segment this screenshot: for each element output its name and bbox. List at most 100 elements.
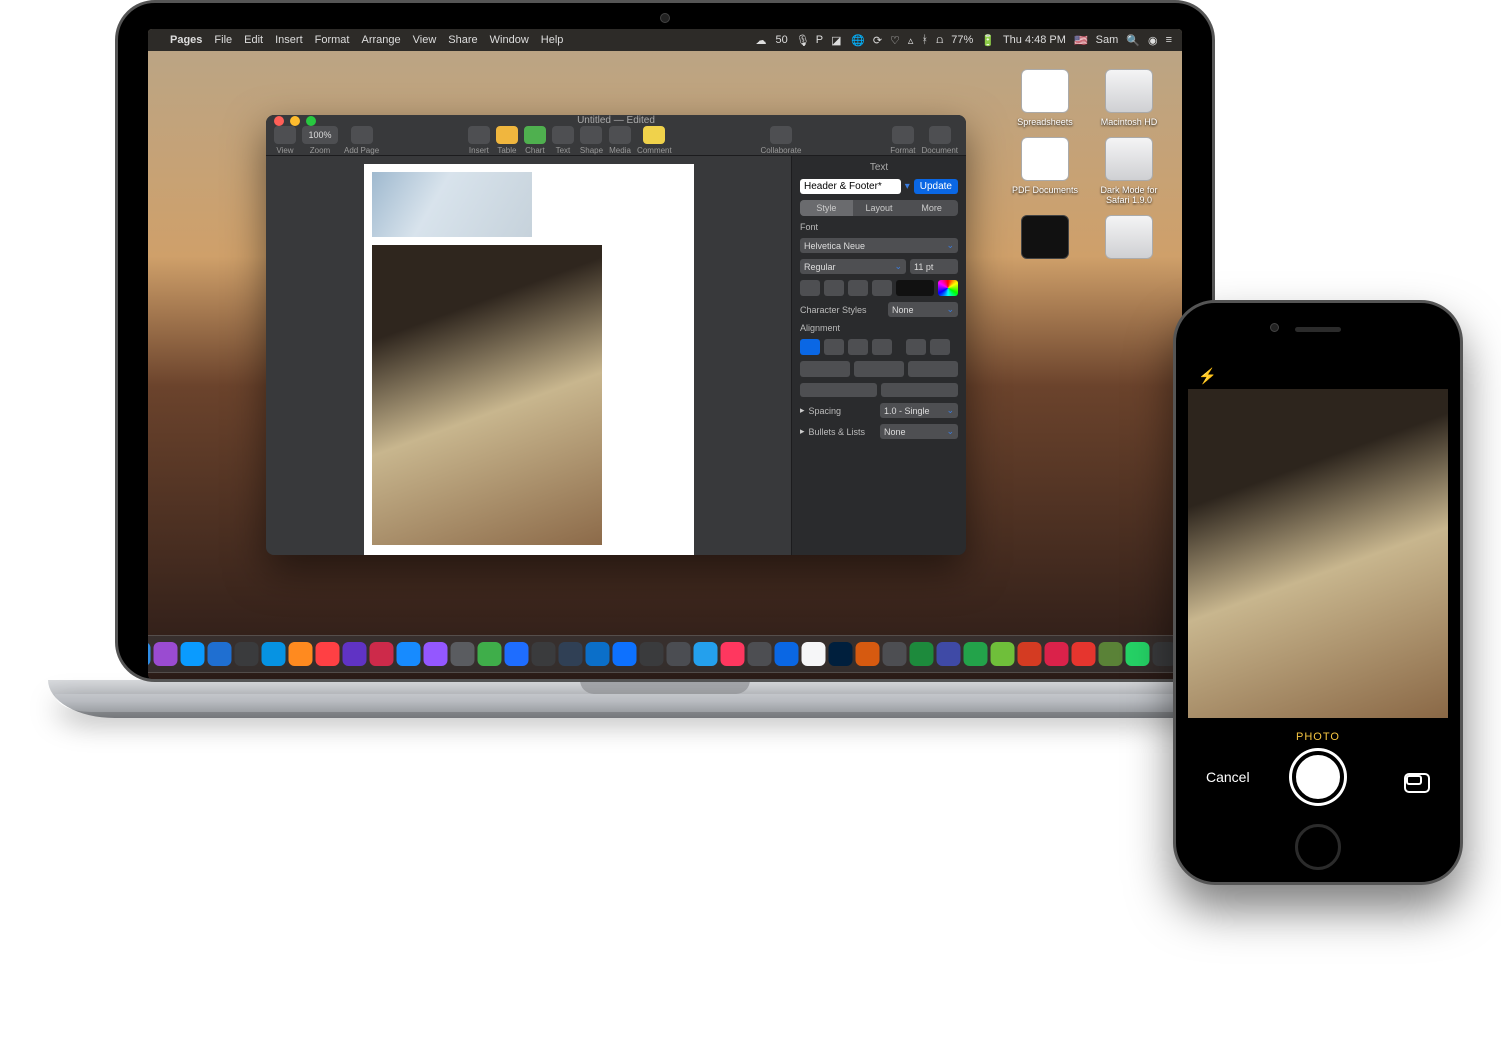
close-button[interactable]: [274, 116, 284, 126]
valign-bottom-button[interactable]: [908, 361, 958, 377]
desktop-item-dark-mode-safari[interactable]: Dark Mode for Safari 1.9.0: [1094, 137, 1164, 205]
current-user[interactable]: Sam: [1096, 34, 1119, 46]
char-styles-select[interactable]: None⌄: [888, 302, 958, 317]
italic-button[interactable]: [824, 280, 844, 296]
tab-more[interactable]: More: [905, 200, 958, 216]
toolbar-document[interactable]: Document: [922, 126, 958, 155]
bluetooth-icon[interactable]: ᚼ: [921, 34, 928, 46]
dock-app-19[interactable]: [640, 642, 664, 666]
dock-app-4[interactable]: [235, 642, 259, 666]
dock-app-30[interactable]: [937, 642, 961, 666]
toolbar-text[interactable]: Text: [552, 126, 574, 155]
battery-icon[interactable]: 🔋: [981, 34, 995, 47]
dock-app-7[interactable]: [316, 642, 340, 666]
dock-app-9[interactable]: [370, 642, 394, 666]
dock-app-36[interactable]: [1099, 642, 1123, 666]
camera-viewfinder[interactable]: [1188, 389, 1448, 718]
dock-app-16[interactable]: [559, 642, 583, 666]
dock-app-5[interactable]: [262, 642, 286, 666]
shutter-button[interactable]: [1292, 751, 1344, 803]
outdent-button[interactable]: [906, 339, 926, 355]
dock-app-22[interactable]: [721, 642, 745, 666]
font-style-select[interactable]: Regular⌄: [800, 259, 906, 274]
menu-help[interactable]: Help: [541, 34, 564, 46]
inserted-image-1[interactable]: [372, 172, 532, 237]
toolbar-zoom[interactable]: 100%Zoom: [302, 126, 338, 155]
dock-app-12[interactable]: [451, 642, 475, 666]
toolbar-format[interactable]: Format: [890, 126, 915, 155]
dock-app-21[interactable]: [694, 642, 718, 666]
heart-icon[interactable]: ♡: [890, 34, 900, 47]
dock-app-23[interactable]: [748, 642, 772, 666]
toolbar-media[interactable]: Media: [609, 126, 631, 155]
tab-style[interactable]: Style: [800, 200, 853, 216]
update-style-button[interactable]: Update: [914, 179, 958, 194]
airplay-icon[interactable]: ▵: [908, 34, 914, 47]
dock-app-18[interactable]: [613, 642, 637, 666]
dock-app-2[interactable]: [181, 642, 205, 666]
dock-app-0[interactable]: [148, 642, 151, 666]
toolbar-collaborate[interactable]: Collaborate: [761, 126, 802, 155]
underline-button[interactable]: [848, 280, 868, 296]
window-titlebar[interactable]: Untitled — Edited: [266, 115, 966, 126]
dock-app-24[interactable]: [775, 642, 799, 666]
toolbar-add-page[interactable]: Add Page: [344, 126, 379, 155]
dock-app-10[interactable]: [397, 642, 421, 666]
indent-button[interactable]: [930, 339, 950, 355]
font-size-field[interactable]: 11 pt: [910, 259, 958, 274]
iphone-home-button[interactable]: [1295, 824, 1341, 870]
menu-format[interactable]: Format: [315, 34, 350, 46]
indent-right-field[interactable]: [881, 383, 958, 397]
toolbar-shape[interactable]: Shape: [580, 126, 603, 155]
toolbar-insert[interactable]: Insert: [468, 126, 490, 155]
spacing-row[interactable]: ▸ Spacing 1.0 - Single⌄: [800, 403, 958, 418]
desktop-item-app[interactable]: [1010, 215, 1080, 263]
toolbar-chart[interactable]: Chart: [524, 126, 546, 155]
spotlight-icon[interactable]: 🔍: [1126, 34, 1140, 47]
minimize-button[interactable]: [290, 116, 300, 126]
camera-mode-label[interactable]: PHOTO: [1296, 731, 1340, 743]
dock-app-26[interactable]: [829, 642, 853, 666]
flash-icon[interactable]: ⚡: [1198, 367, 1217, 385]
valign-middle-button[interactable]: [854, 361, 904, 377]
dock-app-17[interactable]: [586, 642, 610, 666]
strike-button[interactable]: [872, 280, 892, 296]
dock-app-33[interactable]: [1018, 642, 1042, 666]
dock-app-1[interactable]: [154, 642, 178, 666]
paragraph-style-chevron-icon[interactable]: ▾: [905, 181, 910, 192]
toolbar-table[interactable]: Table: [496, 126, 518, 155]
mic-icon[interactable]: 🎙: [796, 34, 808, 46]
dock-app-14[interactable]: [505, 642, 529, 666]
dock-app-11[interactable]: [424, 642, 448, 666]
pages-canvas[interactable]: [266, 156, 791, 555]
desktop-item-spreadsheets[interactable]: Spreadsheets: [1010, 69, 1080, 127]
dock-app-3[interactable]: [208, 642, 232, 666]
cloud-icon[interactable]: ☁: [756, 34, 768, 46]
align-left-button[interactable]: [800, 339, 820, 355]
dock-app-29[interactable]: [910, 642, 934, 666]
toolbar-view[interactable]: View: [274, 126, 296, 155]
globe-icon[interactable]: 🌐: [851, 34, 865, 47]
menu-view[interactable]: View: [413, 34, 437, 46]
tab-layout[interactable]: Layout: [853, 200, 906, 216]
menu-arrange[interactable]: Arrange: [361, 34, 400, 46]
desktop-item-macintosh-hd[interactable]: Macintosh HD: [1094, 69, 1164, 127]
text-color-well[interactable]: [896, 280, 934, 296]
bold-button[interactable]: [800, 280, 820, 296]
valign-top-button[interactable]: [800, 361, 850, 377]
dock-app-34[interactable]: [1045, 642, 1069, 666]
dock-app-25[interactable]: [802, 642, 826, 666]
sync-icon[interactable]: ⟳: [873, 34, 882, 47]
switch-camera-icon[interactable]: [1404, 773, 1430, 793]
dock-app-32[interactable]: [991, 642, 1015, 666]
dock-app-27[interactable]: [856, 642, 880, 666]
bullets-row[interactable]: ▸ Bullets & Lists None⌄: [800, 424, 958, 439]
dock-app-13[interactable]: [478, 642, 502, 666]
document-page[interactable]: [364, 164, 694, 555]
app-badge-icon[interactable]: ◪: [831, 34, 843, 46]
menu-edit[interactable]: Edit: [244, 34, 263, 46]
dock-app-6[interactable]: [289, 642, 313, 666]
menu-window[interactable]: Window: [490, 34, 529, 46]
font-family-select[interactable]: Helvetica Neue⌄: [800, 238, 958, 253]
p-icon[interactable]: P: [816, 34, 823, 46]
